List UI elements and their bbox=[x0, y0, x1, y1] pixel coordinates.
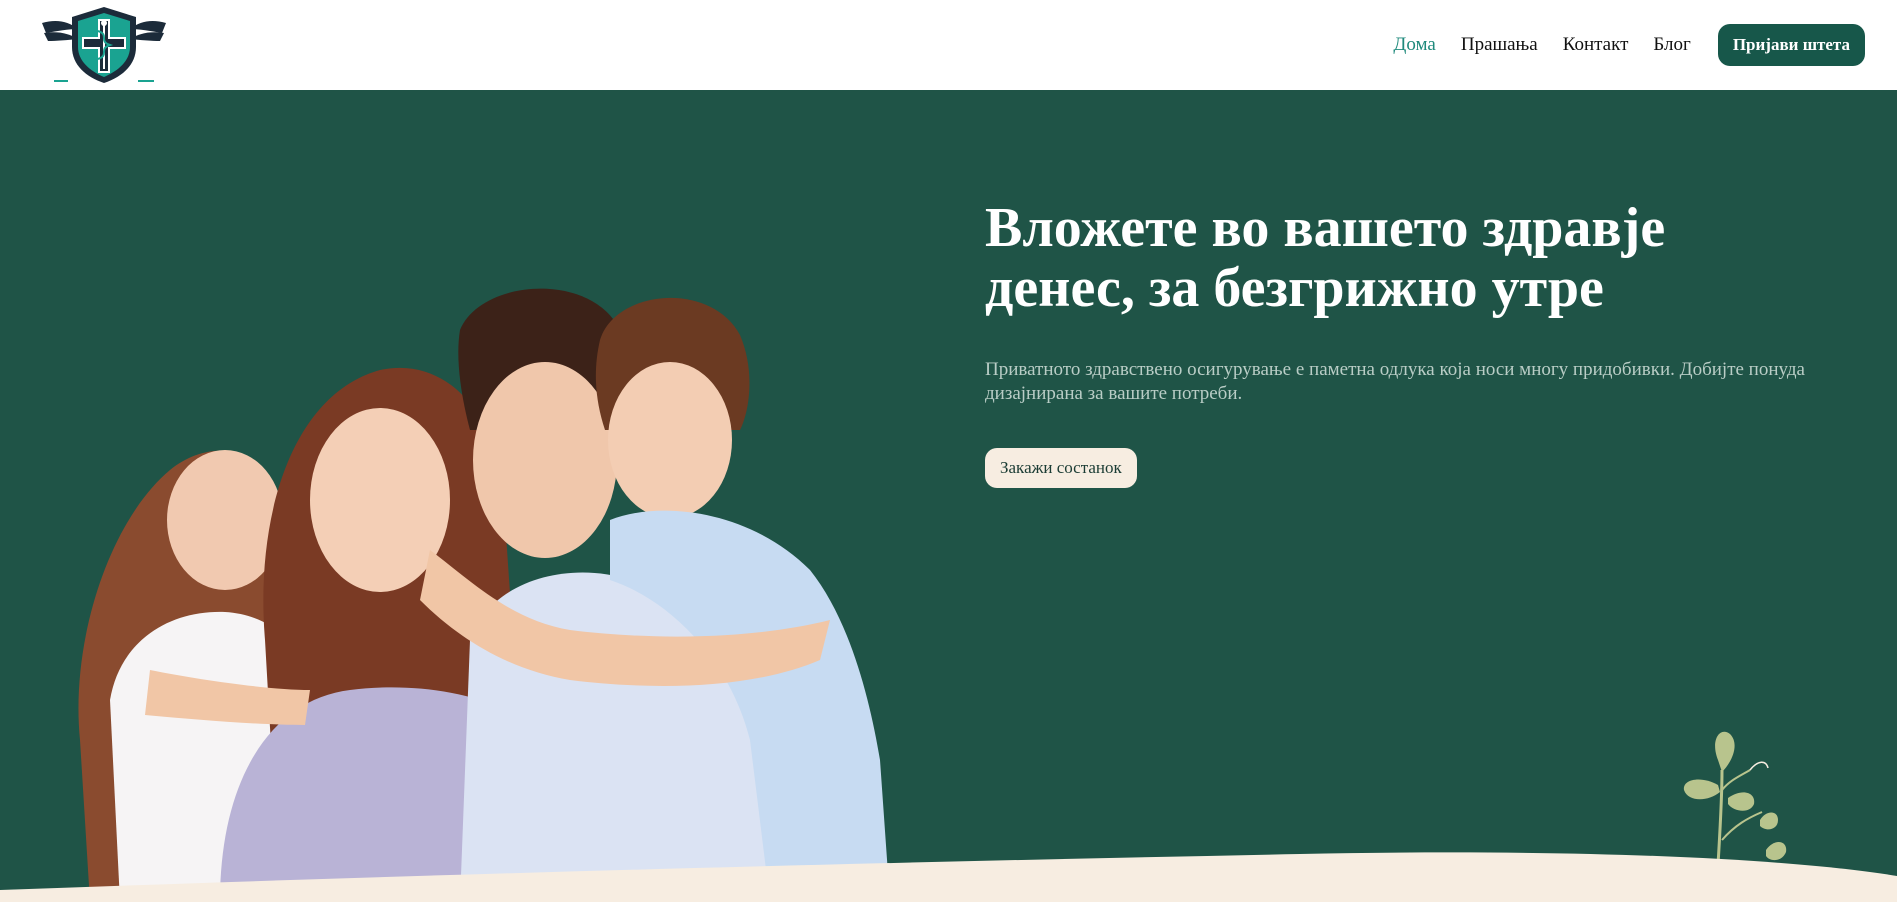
schedule-meeting-button[interactable]: Закажи состанок bbox=[985, 448, 1137, 488]
site-header: Дома Прашања Контакт Блог Пријави штета bbox=[0, 0, 1897, 90]
main-nav: Дома Прашања Контакт Блог Пријави штета bbox=[1393, 24, 1865, 66]
hero-title-line2: денес, за безгрижно утре bbox=[985, 257, 1604, 319]
bottom-wave bbox=[0, 852, 1897, 902]
hero-title-line1: Вложете во вашето здравје bbox=[985, 197, 1666, 259]
family-photo bbox=[78, 288, 890, 902]
logo-shield-icon[interactable] bbox=[38, 3, 170, 87]
hero-description: Приватното здравствено осигурување е пам… bbox=[985, 359, 1805, 404]
hero-section: Вложете во вашето здравје денес, за безг… bbox=[0, 90, 1897, 902]
nav-item-contact[interactable]: Контакт bbox=[1563, 34, 1629, 56]
nav-item-home[interactable]: Дома bbox=[1393, 34, 1435, 56]
nav-item-blog[interactable]: Блог bbox=[1653, 34, 1690, 56]
nav-item-questions[interactable]: Прашања bbox=[1461, 34, 1538, 56]
hero-title: Вложете во вашето здравје денес, за безг… bbox=[985, 198, 1745, 318]
report-damage-button[interactable]: Пријави штета bbox=[1717, 24, 1865, 66]
